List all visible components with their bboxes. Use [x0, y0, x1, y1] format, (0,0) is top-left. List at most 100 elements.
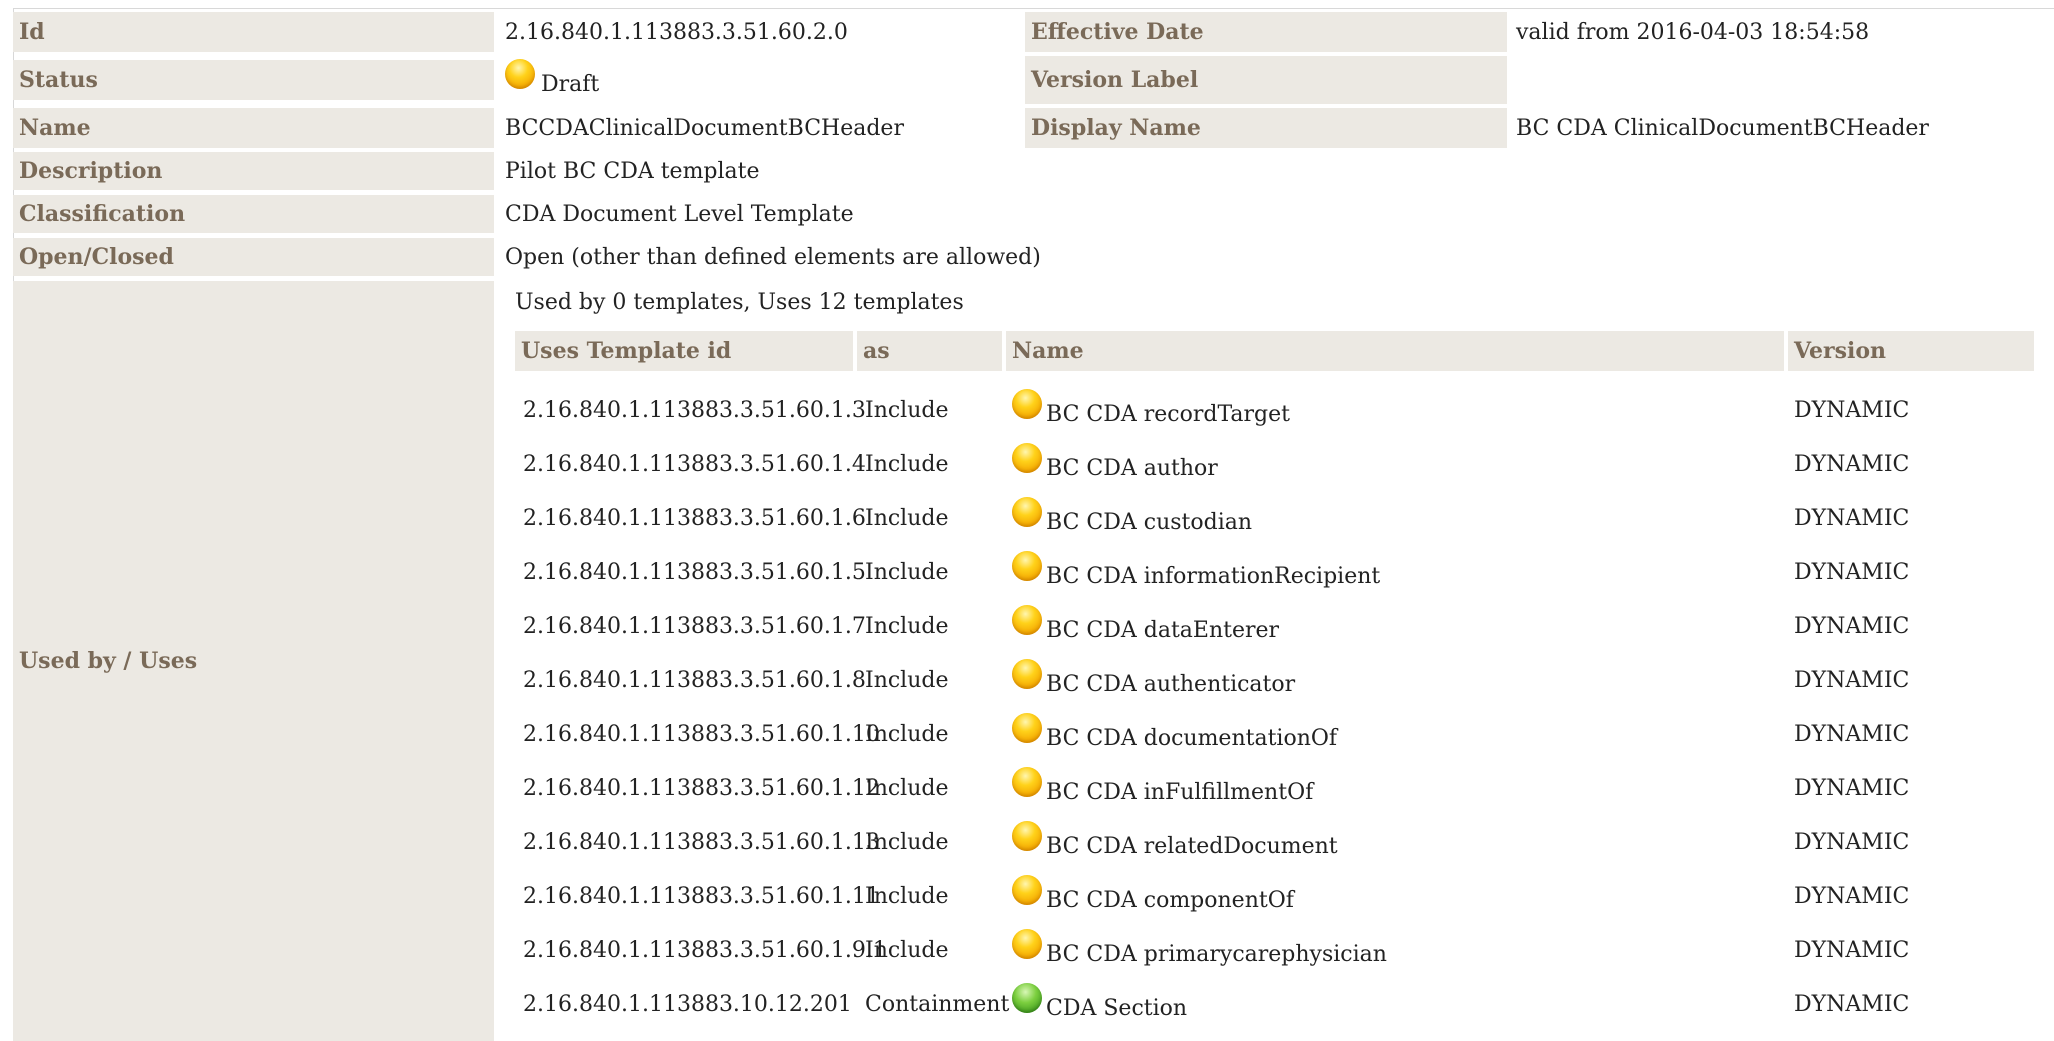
- status-draft-icon: [1012, 497, 1042, 527]
- open-closed-value: Open (other than defined elements are al…: [505, 244, 1041, 270]
- used-by-uses-label: Used by / Uses: [13, 281, 494, 1041]
- as-cell: Include: [865, 667, 949, 693]
- name-cell[interactable]: BC CDA componentOf: [1012, 869, 1294, 923]
- id-label: Id: [13, 12, 494, 52]
- template-name-link[interactable]: BC CDA informationRecipient: [1046, 564, 1380, 589]
- name-value: BCCDAClinicalDocumentBCHeader: [505, 115, 904, 141]
- status-value: Draft: [505, 56, 1005, 104]
- name-cell[interactable]: BC CDA recordTarget: [1012, 383, 1290, 437]
- table-row[interactable]: 2.16.840.1.113883.3.51.60.1.5 Include BC C…: [515, 545, 2035, 599]
- as-cell: Include: [865, 883, 949, 909]
- table-row[interactable]: 2.16.840.1.113883.3.51.60.1.12 Include BC …: [515, 761, 2035, 815]
- template-id-cell[interactable]: 2.16.840.1.113883.3.51.60.1.12: [523, 761, 880, 815]
- template-id-cell[interactable]: 2.16.840.1.113883.3.51.60.1.7: [523, 599, 866, 653]
- version-label-value: [1516, 56, 2046, 104]
- table-row[interactable]: 2.16.840.1.113883.3.51.60.1.8 Include BC C…: [515, 653, 2035, 707]
- template-id-cell[interactable]: 2.16.840.1.113883.10.12.201: [523, 977, 852, 1031]
- table-row[interactable]: 2.16.840.1.113883.3.51.60.1.9.1 Include BC…: [515, 923, 2035, 977]
- name-cell[interactable]: BC CDA relatedDocument: [1012, 815, 1338, 869]
- version-label-label: Version Label: [1025, 56, 1507, 104]
- name-cell[interactable]: BC CDA author: [1012, 437, 1218, 491]
- version-cell: DYNAMIC: [1794, 991, 1910, 1017]
- as-cell: Include: [865, 937, 949, 963]
- uses-template-id-header: Uses Template id: [515, 331, 853, 371]
- as-cell: Include: [865, 397, 949, 423]
- status-final-icon: [1012, 983, 1042, 1013]
- name-cell[interactable]: BC CDA primarycarephysician: [1012, 923, 1387, 977]
- name-label: Name: [13, 108, 494, 148]
- status-draft-icon: [1012, 929, 1042, 959]
- as-cell: Include: [865, 505, 949, 531]
- status-text: Draft: [541, 71, 600, 97]
- template-name-link[interactable]: BC CDA dataEnterer: [1046, 618, 1279, 643]
- template-id-cell[interactable]: 2.16.840.1.113883.3.51.60.1.9.1: [523, 923, 887, 977]
- name-cell[interactable]: BC CDA informationRecipient: [1012, 545, 1380, 599]
- as-header: as: [857, 331, 1002, 371]
- template-id-cell[interactable]: 2.16.840.1.113883.3.51.60.1.13: [523, 815, 880, 869]
- status-draft-icon: [1012, 767, 1042, 797]
- classification-label: Classification: [13, 195, 494, 233]
- table-row[interactable]: 2.16.840.1.113883.10.12.201 Containment CD…: [515, 977, 2035, 1031]
- table-row[interactable]: 2.16.840.1.113883.3.51.60.1.7 Include BC C…: [515, 599, 2035, 653]
- template-id-cell[interactable]: 2.16.840.1.113883.3.51.60.1.8: [523, 653, 866, 707]
- table-row[interactable]: 2.16.840.1.113883.3.51.60.1.6 Include BC C…: [515, 491, 2035, 545]
- status-draft-icon: [1012, 605, 1042, 635]
- table-row[interactable]: 2.16.840.1.113883.3.51.60.1.4 Include BC C…: [515, 437, 2035, 491]
- template-name-link[interactable]: BC CDA recordTarget: [1046, 402, 1290, 427]
- description-value: Pilot BC CDA template: [505, 158, 760, 184]
- version-cell: DYNAMIC: [1794, 829, 1910, 855]
- status-draft-icon: [1012, 713, 1042, 743]
- id-value: 2.16.840.1.113883.3.51.60.2.0: [505, 19, 848, 45]
- template-name-link[interactable]: BC CDA inFulfillmentOf: [1046, 780, 1313, 805]
- template-id-cell[interactable]: 2.16.840.1.113883.3.51.60.1.5: [523, 545, 866, 599]
- status-label: Status: [13, 60, 494, 100]
- version-cell: DYNAMIC: [1794, 937, 1910, 963]
- classification-value: CDA Document Level Template: [505, 201, 854, 227]
- template-name-link[interactable]: BC CDA componentOf: [1046, 888, 1294, 913]
- name-cell[interactable]: CDA Section: [1012, 977, 1187, 1031]
- status-draft-icon: [1012, 659, 1042, 689]
- table-row[interactable]: 2.16.840.1.113883.3.51.60.1.10 Include BC …: [515, 707, 2035, 761]
- display-name-value: BC CDA ClinicalDocumentBCHeader: [1516, 115, 1929, 141]
- template-id-cell[interactable]: 2.16.840.1.113883.3.51.60.1.4: [523, 437, 866, 491]
- template-name-link[interactable]: CDA Section: [1046, 996, 1187, 1021]
- status-draft-icon: [1012, 443, 1042, 473]
- table-row[interactable]: 2.16.840.1.113883.3.51.60.1.13 Include BC …: [515, 815, 2035, 869]
- effective-date-label: Effective Date: [1025, 12, 1507, 52]
- name-cell[interactable]: BC CDA dataEnterer: [1012, 599, 1279, 653]
- as-cell: Include: [865, 775, 949, 801]
- template-name-link[interactable]: BC CDA authenticator: [1046, 672, 1295, 697]
- status-draft-icon: [505, 59, 535, 89]
- template-id-cell[interactable]: 2.16.840.1.113883.3.51.60.1.10: [523, 707, 880, 761]
- status-draft-icon: [1012, 551, 1042, 581]
- as-cell: Include: [865, 721, 949, 747]
- name-header: Name: [1006, 331, 1784, 371]
- template-name-link[interactable]: BC CDA documentationOf: [1046, 726, 1337, 751]
- template-id-cell[interactable]: 2.16.840.1.113883.3.51.60.1.6: [523, 491, 866, 545]
- status-draft-icon: [1012, 875, 1042, 905]
- as-cell: Include: [865, 451, 949, 477]
- template-id-cell[interactable]: 2.16.840.1.113883.3.51.60.1.11: [523, 869, 880, 923]
- version-cell: DYNAMIC: [1794, 613, 1910, 639]
- template-id-cell[interactable]: 2.16.840.1.113883.3.51.60.1.3: [523, 383, 866, 437]
- template-name-link[interactable]: BC CDA relatedDocument: [1046, 834, 1338, 859]
- effective-date-value: valid from 2016-04-03 18:54:58: [1516, 19, 1870, 45]
- name-cell[interactable]: BC CDA custodian: [1012, 491, 1252, 545]
- as-cell: Include: [865, 829, 949, 855]
- status-draft-icon: [1012, 389, 1042, 419]
- table-row[interactable]: 2.16.840.1.113883.3.51.60.1.3 Include BC C…: [515, 383, 2035, 437]
- version-cell: DYNAMIC: [1794, 397, 1910, 423]
- version-cell: DYNAMIC: [1794, 775, 1910, 801]
- name-cell[interactable]: BC CDA documentationOf: [1012, 707, 1337, 761]
- as-cell: Containment: [865, 991, 1010, 1017]
- name-cell[interactable]: BC CDA authenticator: [1012, 653, 1295, 707]
- template-name-link[interactable]: BC CDA custodian: [1046, 510, 1252, 535]
- as-cell: Include: [865, 613, 949, 639]
- version-cell: DYNAMIC: [1794, 505, 1910, 531]
- version-header: Version: [1788, 331, 2034, 371]
- name-cell[interactable]: BC CDA inFulfillmentOf: [1012, 761, 1313, 815]
- display-name-label: Display Name: [1025, 108, 1507, 148]
- table-row[interactable]: 2.16.840.1.113883.3.51.60.1.11 Include BC …: [515, 869, 2035, 923]
- template-name-link[interactable]: BC CDA primarycarephysician: [1046, 942, 1387, 967]
- template-name-link[interactable]: BC CDA author: [1046, 456, 1218, 481]
